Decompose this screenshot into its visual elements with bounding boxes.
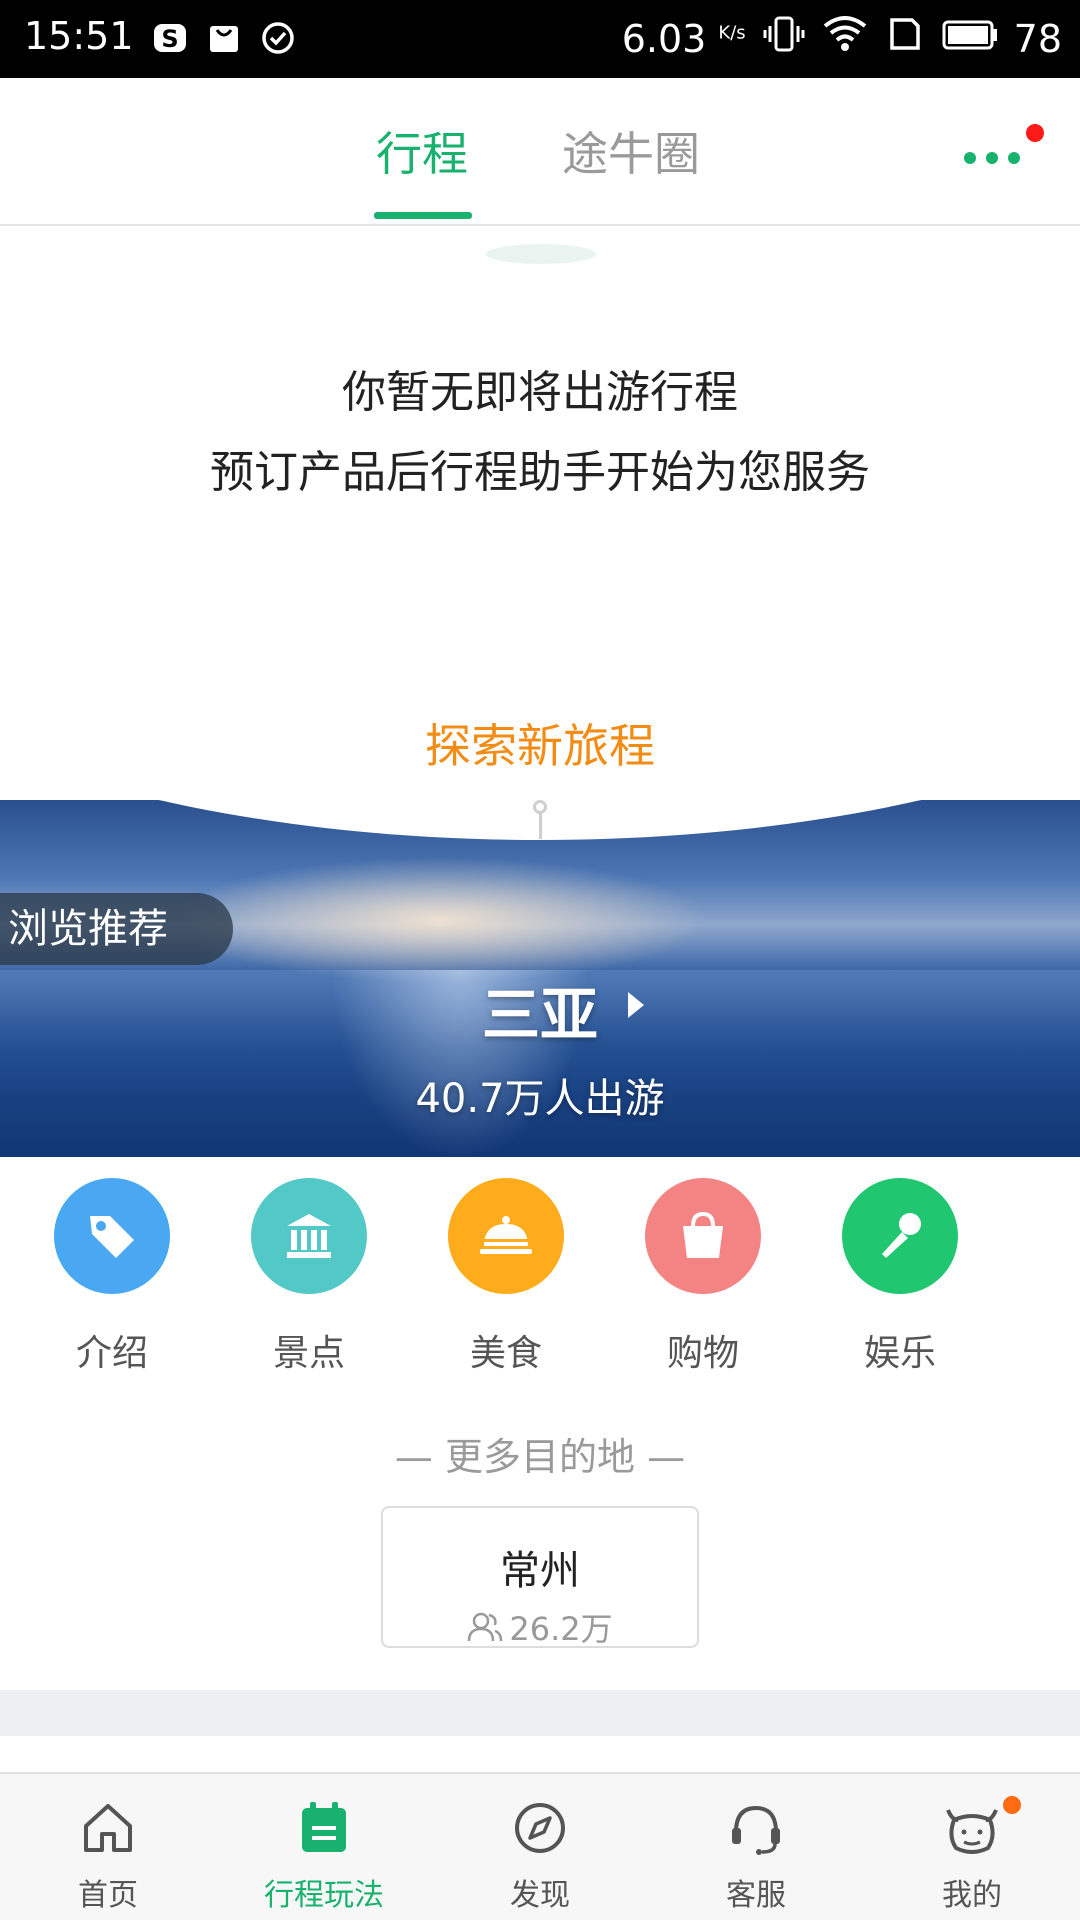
more-destinations-title: — 更多目的地 — bbox=[394, 1435, 686, 1479]
category-label: 介绍 bbox=[75, 1333, 148, 1374]
microphone-icon bbox=[842, 1178, 958, 1294]
section-divider bbox=[0, 1690, 1080, 1736]
empty-illustration-shadow bbox=[486, 244, 596, 264]
nav-mine[interactable]: 我的 bbox=[864, 1774, 1080, 1920]
category-entertainment[interactable]: 娱乐 bbox=[820, 1178, 980, 1376]
status-bar: 15:51 S 6.03 K/s 78 bbox=[0, 0, 1080, 78]
nav-discover[interactable]: 发现 bbox=[432, 1774, 648, 1920]
category-intro[interactable]: 介绍 bbox=[32, 1178, 192, 1376]
landmark-icon bbox=[251, 1178, 367, 1294]
destination-name: 常州 bbox=[500, 1548, 580, 1594]
battery-icon bbox=[940, 14, 998, 63]
headset-icon bbox=[726, 1798, 786, 1858]
category-attractions[interactable]: 景点 bbox=[229, 1178, 389, 1376]
category-food[interactable]: 美食 bbox=[426, 1178, 586, 1376]
tag-icon bbox=[54, 1178, 170, 1294]
category-label: 购物 bbox=[666, 1333, 739, 1374]
home-icon bbox=[78, 1798, 138, 1858]
category-label: 美食 bbox=[469, 1333, 542, 1374]
top-tab-bar: 行程 途牛圈 bbox=[0, 78, 1080, 226]
empty-state-subtitle: 预订产品后行程助手开始为您服务 bbox=[210, 447, 870, 498]
nav-label: 行程玩法 bbox=[264, 1878, 384, 1913]
vibrate-icon bbox=[762, 14, 806, 63]
shopping-bag-icon bbox=[645, 1178, 761, 1294]
banner-city-name: 三亚 bbox=[481, 981, 598, 1049]
nav-mine-badge bbox=[1003, 1796, 1021, 1814]
net-speed: 6.03 K/s bbox=[621, 16, 746, 61]
status-time: 15:51 bbox=[24, 14, 134, 58]
check-circle-icon bbox=[258, 18, 298, 58]
status-notification-icons: S bbox=[150, 18, 298, 58]
category-label: 娱乐 bbox=[863, 1333, 936, 1374]
sim-icon bbox=[884, 14, 924, 63]
destination-count: 26.2万 bbox=[383, 1604, 697, 1651]
people-icon bbox=[467, 1611, 503, 1651]
nav-label: 发现 bbox=[510, 1878, 570, 1913]
browse-recommend-tag: 浏览推荐 bbox=[0, 893, 233, 965]
category-row: 介绍 景点 美食 购物 娱乐 bbox=[0, 1178, 1080, 1378]
play-arrow-icon bbox=[628, 992, 644, 1018]
active-tab-indicator bbox=[374, 212, 472, 219]
nav-trip-play[interactable]: 行程玩法 bbox=[216, 1774, 432, 1920]
category-shopping[interactable]: 购物 bbox=[623, 1178, 783, 1376]
more-dot-icon bbox=[986, 152, 998, 164]
empty-state-title: 你暂无即将出游行程 bbox=[342, 367, 738, 418]
nav-label: 首页 bbox=[78, 1878, 138, 1913]
category-label: 景点 bbox=[272, 1333, 345, 1374]
destination-card[interactable]: 常州 26.2万 bbox=[381, 1506, 699, 1648]
sogou-icon: S bbox=[150, 18, 190, 58]
nav-home[interactable]: 首页 bbox=[0, 1774, 216, 1920]
tab-tuniu-circle[interactable]: 途牛圈 bbox=[562, 118, 700, 184]
nav-label: 我的 bbox=[942, 1878, 1002, 1913]
explore-heading: 探索新旅程 bbox=[425, 719, 655, 773]
compass-icon bbox=[510, 1798, 570, 1858]
cow-face-icon bbox=[942, 1798, 1002, 1858]
wifi-icon bbox=[822, 14, 868, 63]
calendar-icon bbox=[294, 1798, 354, 1858]
nav-customer-service[interactable]: 客服 bbox=[648, 1774, 864, 1920]
svg-text:S: S bbox=[161, 25, 178, 53]
notification-badge bbox=[1026, 124, 1044, 142]
banner-travelers-count: 40.7万人出游 bbox=[415, 1076, 665, 1122]
more-menu-button[interactable] bbox=[964, 124, 1044, 178]
more-dot-icon bbox=[1008, 152, 1020, 164]
status-right: 6.03 K/s 78 bbox=[622, 14, 1062, 63]
food-cloche-icon bbox=[448, 1178, 564, 1294]
battery-level: 78 bbox=[1013, 16, 1062, 61]
bag-icon bbox=[204, 18, 244, 58]
more-dot-icon bbox=[964, 152, 976, 164]
nav-label: 客服 bbox=[726, 1878, 786, 1913]
bottom-nav: 首页 行程玩法 发现 客服 我的 bbox=[0, 1772, 1080, 1920]
destination-banner[interactable]: 浏览推荐 三亚 40.7万人出游 bbox=[0, 800, 1080, 1157]
pin-icon bbox=[533, 800, 547, 814]
tab-trip[interactable]: 行程 bbox=[376, 118, 468, 184]
